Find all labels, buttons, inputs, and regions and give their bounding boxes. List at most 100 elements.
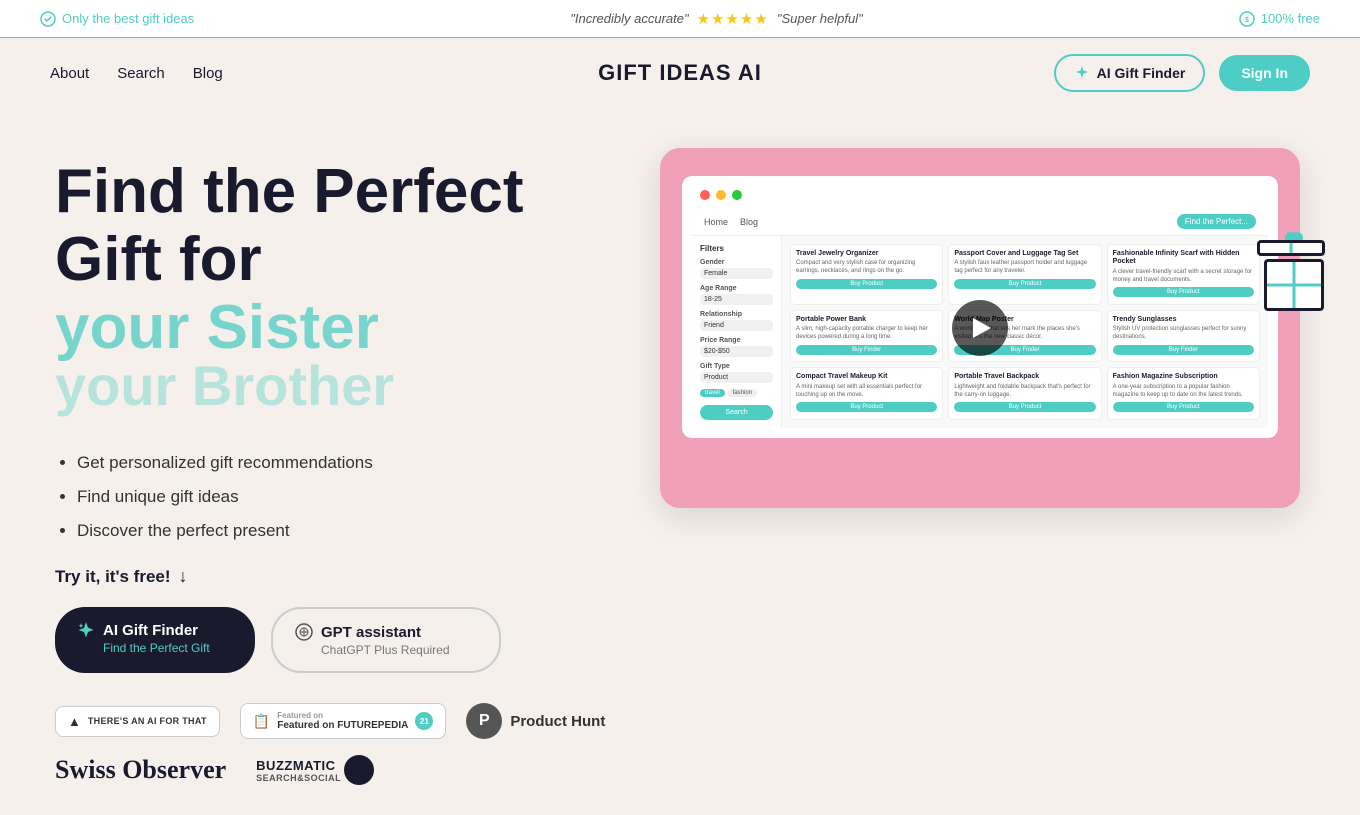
mini-card: Portable Power Bank A slim, high-capacit… xyxy=(790,310,943,363)
hero-right: Home Blog Find the Perfect... Filters Ge… xyxy=(655,148,1305,508)
animated-text-1: your Sister xyxy=(55,293,379,362)
filter-price: Price Range $20-$50 xyxy=(700,337,773,357)
mini-card-button[interactable]: Buy Product xyxy=(796,279,937,289)
mini-card-button[interactable]: Buy Product xyxy=(954,402,1095,412)
mini-card-title: Trendy Sunglasses xyxy=(1113,316,1254,324)
mini-card-button[interactable]: Buy Finder xyxy=(1113,345,1254,355)
browser-dot-red xyxy=(700,190,710,200)
mini-card: Trendy Sunglasses Stylish UV protection … xyxy=(1107,310,1260,363)
tag-2: fashion xyxy=(728,389,757,397)
mini-card-button[interactable]: Buy Product xyxy=(1113,287,1254,297)
sparkle-btn-icon xyxy=(77,621,95,639)
mini-card: Portable Travel Backpack Lightweight and… xyxy=(948,367,1101,420)
hero-title-line1: Find the Perfect xyxy=(55,157,524,226)
ai-gift-finder-button[interactable]: AI Gift Finder Find the Perfect Gift xyxy=(55,607,255,673)
banner-left-text: Only the best gift ideas xyxy=(62,11,194,26)
ai-btn-main-label: AI Gift Finder xyxy=(103,622,198,639)
mini-card-title: Travel Jewelry Organizer xyxy=(796,250,937,258)
banner-left: Only the best gift ideas xyxy=(40,11,194,27)
banner-right: $ 100% free xyxy=(1239,11,1320,27)
nav-about[interactable]: About xyxy=(50,65,89,82)
browser-dot-green xyxy=(732,190,742,200)
svg-text:$: $ xyxy=(1245,17,1249,24)
filter-relationship: Relationship Friend xyxy=(700,311,773,331)
mini-card-desc: Stylish UV protection sunglasses perfect… xyxy=(1113,326,1254,342)
gift-decoration xyxy=(1258,249,1330,321)
nav-blog[interactable]: Blog xyxy=(193,65,223,82)
gender-select[interactable]: Female xyxy=(700,268,773,279)
gift-box xyxy=(1264,259,1324,311)
mini-card-title: Fashionable Infinity Scarf with Hidden P… xyxy=(1113,250,1254,267)
ai-finder-nav-label: AI Gift Finder xyxy=(1097,65,1186,81)
mini-card-button[interactable]: Buy Product xyxy=(796,402,937,412)
gpt-assistant-button[interactable]: GPT assistant ChatGPT Plus Required xyxy=(271,607,501,673)
relationship-select[interactable]: Friend xyxy=(700,320,773,331)
mini-nav-blog: Blog xyxy=(740,217,758,227)
mini-card-title: Fashion Magazine Subscription xyxy=(1113,373,1254,381)
mini-nav-button[interactable]: Find the Perfect... xyxy=(1177,214,1256,229)
play-button[interactable] xyxy=(952,300,1008,356)
play-triangle-icon xyxy=(973,318,991,338)
mini-card: Fashionable Infinity Scarf with Hidden P… xyxy=(1107,244,1260,305)
navbar: About Search Blog GIFT IDEAS AI AI Gift … xyxy=(0,38,1360,108)
mini-card-button[interactable]: Buy Product xyxy=(1113,402,1254,412)
gifttype-select[interactable]: Product xyxy=(700,372,773,383)
sparkle-icon xyxy=(1074,65,1090,81)
animated-text-2: your Brother xyxy=(55,355,615,417)
free-icon: $ xyxy=(1239,11,1255,27)
gifttype-label: Gift Type xyxy=(700,363,773,370)
mini-card-title: Portable Travel Backpack xyxy=(954,373,1095,381)
review-post: "Super helpful" xyxy=(777,11,863,26)
bullet-3: Discover the perfect present xyxy=(77,514,615,548)
filter-gender: Gender Female xyxy=(700,259,773,279)
futurepedia-pre: Featured on xyxy=(277,711,408,720)
ai-for-that-badge: ▲ THERE'S AN AI FOR THAT xyxy=(55,706,220,737)
mini-card-desc: A clever travel-friendly scarf with a se… xyxy=(1113,269,1254,285)
gpt-btn-main-label: GPT assistant xyxy=(321,624,421,641)
bullet-2: Find unique gift ideas xyxy=(77,480,615,514)
hero-left: Find the Perfect Gift for your Sister yo… xyxy=(55,148,615,785)
mini-card-desc: A slim, high-capacity portable charger t… xyxy=(796,326,937,342)
mini-card-title: Portable Power Bank xyxy=(796,316,937,324)
arrow-down-icon: ↓ xyxy=(179,566,188,587)
product-hunt-badge: P Product Hunt xyxy=(466,703,605,739)
age-label: Age Range xyxy=(700,285,773,292)
mini-sidebar: Filters Gender Female Age Range 18-25 Re… xyxy=(692,236,782,428)
futurepedia-label: Featured on FUTUREPEDIA xyxy=(277,720,408,731)
price-select[interactable]: $20-$50 xyxy=(700,346,773,357)
futurepedia-count: 21 xyxy=(415,712,433,730)
cta-text: Try it, it's free! ↓ xyxy=(55,566,615,587)
hero-section: Find the Perfect Gift for your Sister yo… xyxy=(0,108,1360,815)
mini-search-button[interactable]: Search xyxy=(700,405,773,420)
mini-card: Fashion Magazine Subscription A one-year… xyxy=(1107,367,1260,420)
filter-age: Age Range 18-25 xyxy=(700,285,773,305)
press-row: Swiss Observer BUZZMATIC SEARCH&SOCIAL xyxy=(55,755,615,785)
banner-center: "Incredibly accurate" ★★★★★ "Super helpf… xyxy=(570,10,862,28)
nav-links: About Search Blog xyxy=(50,65,223,82)
signin-button[interactable]: Sign In xyxy=(1219,55,1310,91)
gift-lid-ribbon xyxy=(1290,243,1293,253)
gender-label: Gender xyxy=(700,259,773,266)
nav-search[interactable]: Search xyxy=(117,65,165,82)
ai-finder-nav-button[interactable]: AI Gift Finder xyxy=(1054,54,1206,92)
buzzmatic-circle-icon xyxy=(344,755,374,785)
mini-card-title: Compact Travel Makeup Kit xyxy=(796,373,937,381)
product-hunt-label: Product Hunt xyxy=(510,713,605,730)
swiss-observer-label: Swiss Observer xyxy=(55,755,226,785)
mini-card-button[interactable]: Buy Product xyxy=(954,279,1095,289)
age-select[interactable]: 18-25 xyxy=(700,294,773,305)
sidebar-title: Filters xyxy=(700,244,773,253)
mini-card: Compact Travel Makeup Kit A mini makeup … xyxy=(790,367,943,420)
cta-buttons: AI Gift Finder Find the Perfect Gift GPT… xyxy=(55,607,615,673)
hero-bullets: Get personalized gift recommendations Fi… xyxy=(55,446,615,548)
mini-card-desc: Compact and very stylish case for organi… xyxy=(796,260,937,276)
buzzmatic-name: BUZZMATIC xyxy=(256,758,341,773)
mini-card-button[interactable]: Buy Finder xyxy=(796,345,937,355)
gpt-icon xyxy=(295,623,313,641)
futurepedia-badge: 📋 Featured on Featured on FUTUREPEDIA 21 xyxy=(240,703,447,739)
mini-nav-links: Home Blog xyxy=(704,217,758,227)
gpt-btn-sub-label: ChatGPT Plus Required xyxy=(295,643,450,657)
gift-lid xyxy=(1257,240,1325,256)
nav-actions: AI Gift Finder Sign In xyxy=(1054,54,1310,92)
mini-card-desc: Lightweight and foldable backpack that's… xyxy=(954,384,1095,400)
